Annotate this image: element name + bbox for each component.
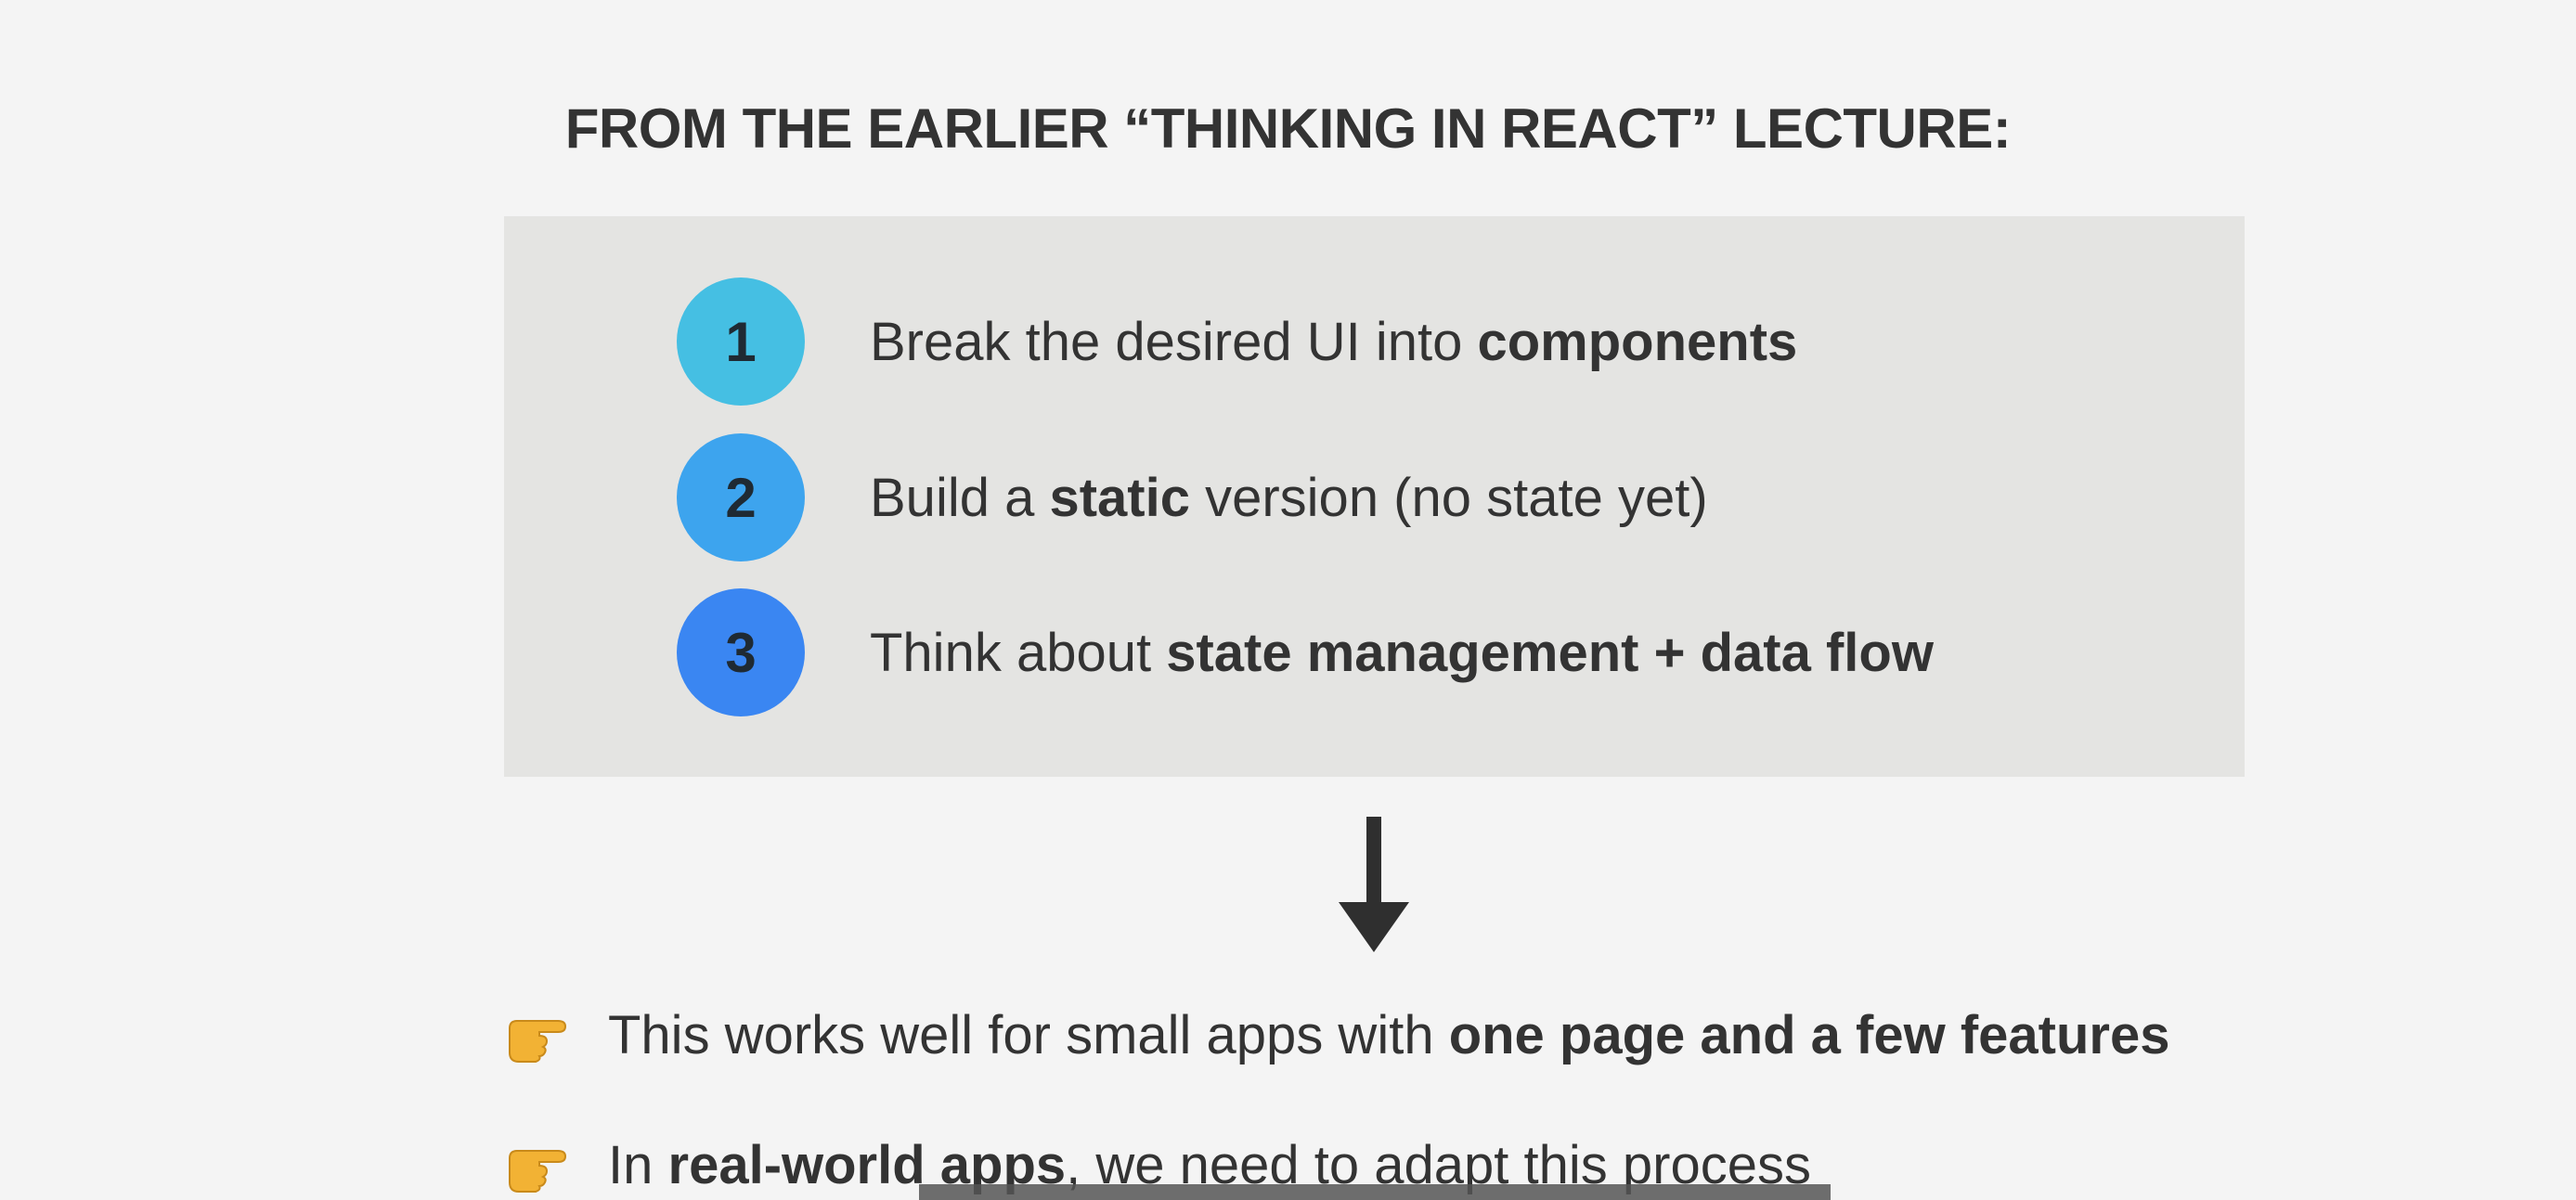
step-text: Build a static version (no state yet) [870, 467, 1708, 529]
arrow-down-icon [1339, 817, 1409, 952]
step-number-badge: 3 [677, 588, 805, 716]
step-3: 3 Think about state management + data fl… [677, 588, 1934, 716]
video-progress-overlay [919, 1184, 1831, 1200]
bullet-item-1: This works well for small apps with one … [506, 1004, 2169, 1066]
step-text-regular: Build a [870, 467, 1050, 528]
step-text-regular-end: version (no state yet) [1189, 467, 1708, 528]
step-text: Think about state management + data flow [870, 622, 1934, 684]
step-number-badge: 1 [677, 277, 805, 406]
slide-heading: FROM THE EARLIER “THINKING IN REACT” LEC… [564, 97, 2012, 160]
bullet-text-bold: one page and a few features [1448, 1005, 2170, 1065]
slide: FROM THE EARLIER “THINKING IN REACT” LEC… [0, 0, 2576, 1200]
step-2: 2 Build a static version (no state yet) [677, 433, 1708, 561]
step-text-bold: static [1049, 467, 1190, 528]
step-text-regular: Break the desired UI into [870, 311, 1478, 372]
bullet-text-regular: In [608, 1135, 654, 1195]
bullet-text-regular: This works well for small apps with [608, 1005, 1434, 1065]
step-text-bold: components [1477, 311, 1798, 372]
pointing-hand-icon [509, 1019, 567, 1063]
pointing-hand-icon [509, 1149, 567, 1193]
step-1: 1 Break the desired UI into components [677, 277, 1797, 406]
step-text-regular: Think about [870, 622, 1167, 683]
steps-box: 1 Break the desired UI into components 2… [504, 216, 2245, 777]
step-number-badge: 2 [677, 433, 805, 561]
step-text-bold: state management + data flow [1166, 622, 1934, 683]
step-text: Break the desired UI into components [870, 311, 1797, 373]
